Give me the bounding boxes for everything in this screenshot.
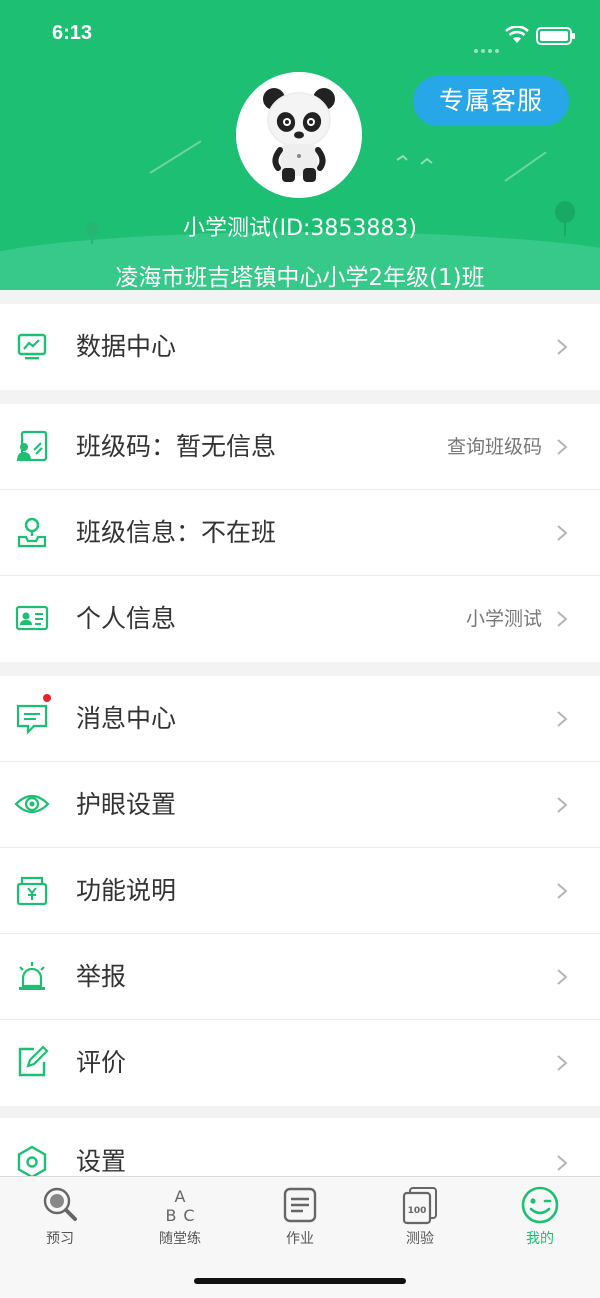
menu-item-label: 数据中心 xyxy=(76,332,177,361)
menu-item-label: 消息中心 xyxy=(76,704,177,733)
home-indicator xyxy=(194,1278,406,1284)
magnifier-icon xyxy=(43,1187,77,1221)
tab-label: 作业 xyxy=(286,1231,314,1247)
menu-item-label: 护眼设置 xyxy=(76,790,177,819)
personal-info-value: 小学测试 xyxy=(465,608,542,630)
tab-test[interactable]: 100 测验 xyxy=(360,1185,480,1255)
smiley-icon xyxy=(521,1186,559,1224)
chevron-right-icon xyxy=(557,969,568,985)
chevron-right-icon xyxy=(557,1155,568,1171)
header-decoration-line xyxy=(504,151,547,182)
menu-item-label: 评价 xyxy=(76,1048,127,1077)
tab-label: 预习 xyxy=(46,1231,74,1247)
chevron-right-icon xyxy=(557,339,568,355)
menu-item-class-code[interactable]: 班级码：暂无信息 查询班级码 xyxy=(0,404,600,490)
menu-item-report[interactable]: 举报 xyxy=(0,934,600,1020)
location-icon xyxy=(17,517,47,548)
test-100-icon: 100 xyxy=(402,1187,437,1225)
panda-avatar-icon xyxy=(236,72,362,198)
status-time: 6:13 xyxy=(52,22,93,44)
query-class-code-link[interactable]: 查询班级码 xyxy=(447,404,542,490)
menu-item-messages[interactable]: 消息中心 xyxy=(0,676,600,762)
menu-item-label: 个人信息 xyxy=(76,604,177,633)
menu-item-class-info[interactable]: 班级信息：不在班 xyxy=(0,490,600,576)
tab-label: 测验 xyxy=(406,1231,434,1247)
school-class: 凌海市班吉塔镇中心小学2年级(1)班 xyxy=(115,265,485,290)
document-icon xyxy=(283,1187,317,1223)
bird-decoration-icon xyxy=(396,154,433,165)
header-decoration-line xyxy=(149,140,202,174)
menu-item-review[interactable]: 评价 xyxy=(0,1020,600,1106)
menu-item-eye-care[interactable]: 护眼设置 xyxy=(0,762,600,848)
message-icon xyxy=(16,704,48,735)
tab-preview[interactable]: 预习 xyxy=(0,1185,120,1255)
svg-text:A: A xyxy=(175,1187,186,1206)
abc-icon: A B C xyxy=(166,1187,195,1225)
svg-text:100: 100 xyxy=(408,1206,427,1216)
tab-class-practice[interactable]: A B C 随堂练 xyxy=(120,1185,240,1255)
alarm-icon xyxy=(19,962,45,990)
chart-monitor-icon xyxy=(17,333,47,360)
chevron-right-icon xyxy=(557,439,568,455)
chevron-right-icon xyxy=(557,611,568,627)
wifi-icon xyxy=(505,26,529,43)
chevron-right-icon xyxy=(557,525,568,541)
menu-item-features[interactable]: 功能说明 xyxy=(0,848,600,934)
menu-item-label: 功能说明 xyxy=(76,876,177,905)
chevron-right-icon xyxy=(557,797,568,813)
status-bar: 6:13 xyxy=(0,0,600,60)
eye-icon xyxy=(14,794,50,814)
menu-item-label: 举报 xyxy=(76,962,127,991)
chevron-right-icon xyxy=(557,1055,568,1071)
user-name-id: 小学测试(ID:3853883) xyxy=(183,216,417,241)
id-card-icon xyxy=(15,605,49,631)
class-code-icon xyxy=(17,430,48,462)
menu-group-class: 班级码：暂无信息 查询班级码 班级信息：不在班 个人信息 小学测试 xyxy=(0,404,600,662)
exclusive-service-button[interactable]: 专属客服 xyxy=(413,76,569,126)
tab-homework[interactable]: 作业 xyxy=(240,1185,360,1255)
profile-header: 6:13 专属客服 小学测试(ID:3853883) 凌海市班吉塔镇中心小学2年… xyxy=(0,0,600,290)
tab-label: 我的 xyxy=(526,1231,554,1247)
chevron-right-icon xyxy=(557,883,568,899)
menu-item-personal-info[interactable]: 个人信息 小学测试 xyxy=(0,576,600,662)
menu-item-label: 班级信息：不在班 xyxy=(76,518,277,547)
feature-box-icon xyxy=(16,876,48,906)
tab-mine[interactable]: 我的 xyxy=(480,1185,600,1255)
unread-dot xyxy=(43,694,51,702)
chevron-right-icon xyxy=(557,711,568,727)
menu-group-data: 数据中心 xyxy=(0,304,600,390)
menu-item-data-center[interactable]: 数据中心 xyxy=(0,304,600,390)
menu-item-label: 班级码：暂无信息 xyxy=(76,432,277,461)
signal-icon xyxy=(474,38,502,53)
tab-label: 随堂练 xyxy=(159,1231,201,1247)
svg-text:C: C xyxy=(183,1206,194,1225)
settings-hexagon-icon xyxy=(17,1145,47,1179)
edit-icon xyxy=(18,1045,49,1077)
avatar[interactable] xyxy=(236,72,362,198)
menu-group-general: 消息中心 护眼设置 功能说明 举报 评价 xyxy=(0,676,600,1106)
battery-icon xyxy=(536,27,575,45)
svg-text:B: B xyxy=(166,1206,177,1225)
